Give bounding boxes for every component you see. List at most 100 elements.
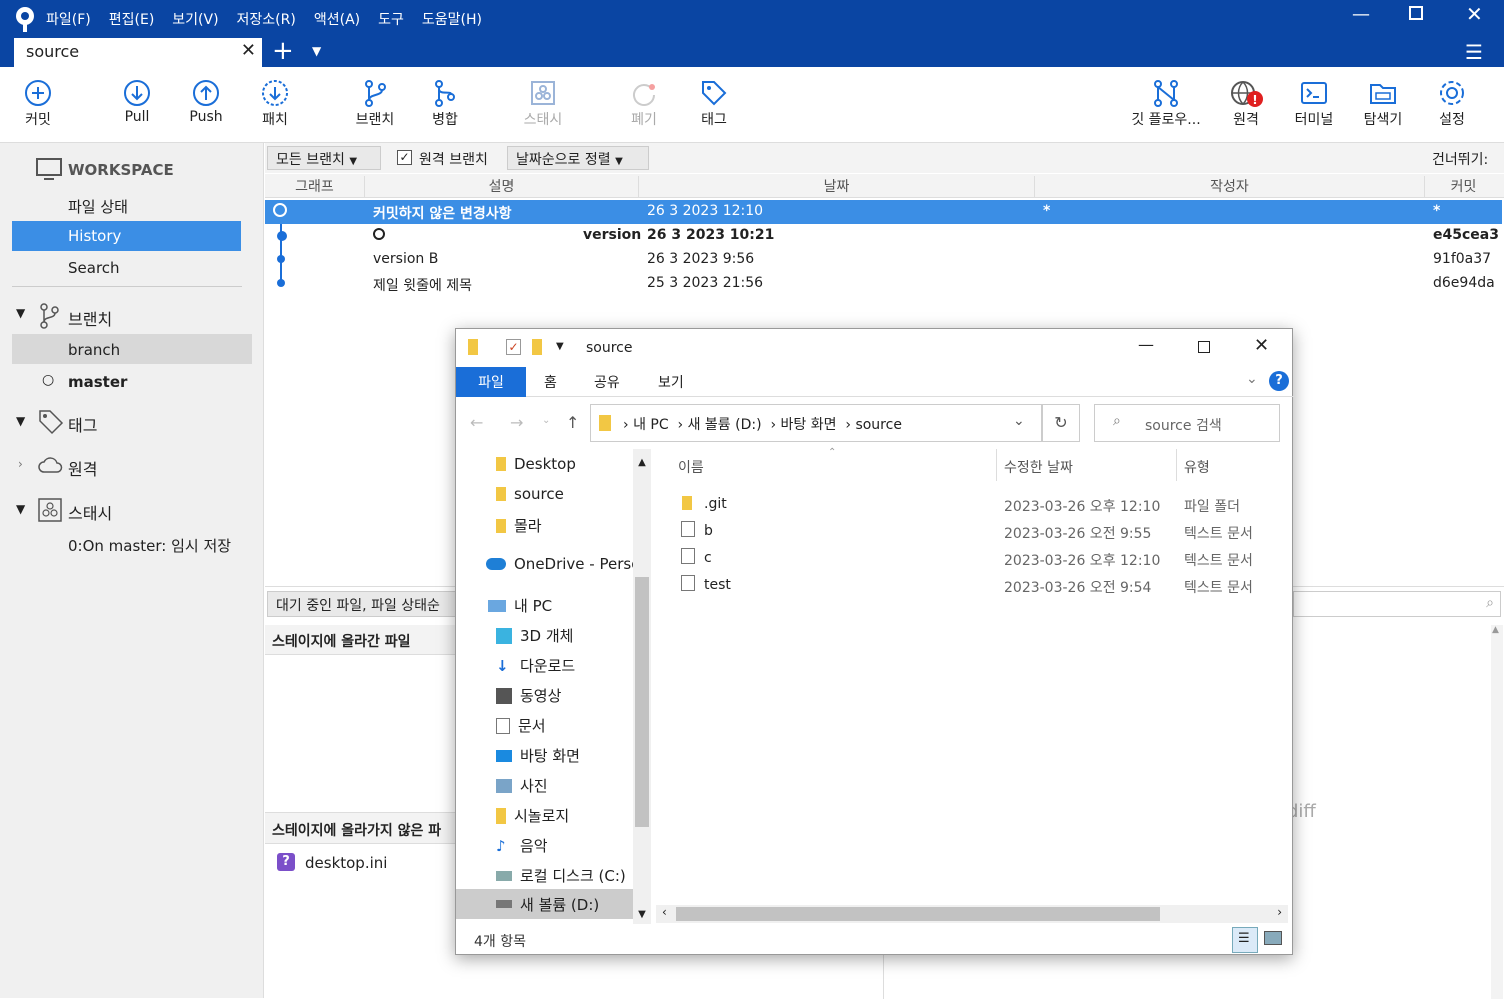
sidebar-item-file-status[interactable]: 파일 상태 [68,196,128,217]
menu-repository[interactable]: 저장소(R) [237,9,296,29]
ribbon-tab-file[interactable]: 파일 [456,367,526,397]
scroll-up-icon[interactable]: ▲ [633,457,651,468]
scroll-up-icon[interactable]: ▲ [1492,625,1499,635]
breadcrumb-item[interactable]: 내 PC [633,417,669,433]
nav-item[interactable]: 시놀로지 [496,805,569,826]
new-folder-icon[interactable] [532,339,542,355]
col-description[interactable]: 설명 [365,176,639,198]
nav-item[interactable]: 바탕 화면 [496,745,580,766]
sidebar-item-master[interactable]: master [68,373,127,391]
nav-item[interactable]: 로컬 디스크 (C:) [496,865,626,886]
commit-row[interactable]: ᛘ master ᛘ branch version 26 3 2023 10:2… [265,224,1502,248]
nav-item[interactable]: 문서 [496,715,546,736]
breadcrumb-item[interactable]: 새 볼륨 (D:) [688,417,762,433]
file-name[interactable]: b [704,523,713,539]
menu-actions[interactable]: 액션(A) [314,9,360,29]
col-author[interactable]: 작성자 [1035,176,1425,198]
recent-locations-icon[interactable]: ⌄ [542,415,550,426]
pull-button[interactable]: Pull [118,79,156,125]
explorer-maximize-button[interactable] [1198,341,1210,353]
menu-tools[interactable]: 도구 [378,9,404,29]
close-tab-icon[interactable]: ✕ [241,40,256,61]
file-name[interactable]: c [704,550,712,566]
nav-item[interactable]: ↓ 다운로드 [496,655,575,676]
remote-branches-checkbox[interactable]: ✓ [397,150,412,165]
forward-button[interactable]: → [510,413,523,432]
stash-item[interactable]: 0:On master: 임시 저장 [68,535,231,556]
tab-dropdown-icon[interactable]: ▼ [312,44,321,58]
col-graph[interactable]: 그래프 [265,176,365,198]
horizontal-scrollbar[interactable]: ‹ › [656,905,1288,923]
merge-button[interactable]: 병합 [426,79,464,129]
nav-item[interactable]: 동영상 [496,685,561,706]
sidebar-item-search[interactable]: Search [68,259,120,277]
explorer-minimize-button[interactable]: — [1138,335,1154,354]
hamburger-icon[interactable]: ☰ [1465,40,1483,64]
large-icons-view-button[interactable] [1264,931,1282,945]
file-search-input[interactable]: ⌕ [1293,591,1501,617]
breadcrumb-item[interactable]: source [855,417,902,433]
back-button[interactable]: ← [470,413,483,432]
ribbon-tab-home[interactable]: 홈 [544,372,557,392]
push-button[interactable]: Push [186,79,226,125]
scroll-right-icon[interactable]: › [1277,905,1282,919]
header-type[interactable]: 유형 [1184,457,1210,477]
remotes-expand-icon[interactable]: › [18,457,23,471]
address-dropdown-icon[interactable]: ⌄ [1013,413,1025,429]
remotes-heading[interactable]: 원격 [68,456,97,480]
nav-item-selected[interactable]: 새 볼륨 (D:) [456,889,633,919]
nav-scrollbar[interactable]: ▲ ▼ [633,449,651,924]
all-branches-dropdown[interactable]: 모든 브랜치 ▼ [267,146,381,170]
ribbon-expand-icon[interactable]: ⌄ [1246,371,1258,387]
file-name[interactable]: test [704,577,731,593]
nav-item[interactable]: 3D 개체 [496,625,573,646]
menu-edit[interactable]: 편집(E) [109,9,155,29]
commit-row[interactable]: 커밋하지 않은 변경사항 26 3 2023 12:10 * * [265,200,1502,224]
stash-button[interactable]: 스태시 [518,79,568,129]
ribbon-tab-share[interactable]: 공유 [594,372,620,392]
branches-heading[interactable]: 브랜치 [68,306,112,330]
nav-item[interactable]: 사진 [496,775,548,796]
quick-access-dropdown-icon[interactable]: ▼ [556,341,564,352]
details-view-button[interactable]: ☰ [1232,927,1258,953]
nav-item[interactable]: 내 PC [488,595,552,616]
scroll-left-icon[interactable]: ‹ [662,905,667,919]
nav-item[interactable]: source [496,485,564,503]
explorer-search-input[interactable]: ⌕ source 검색 [1094,404,1280,442]
scroll-down-icon[interactable]: ▼ [633,909,651,920]
close-button[interactable]: ✕ [1466,2,1483,26]
explorer-button[interactable]: 탐색기 [1358,79,1408,129]
sidebar-item-history[interactable]: History [12,221,241,251]
minimize-button[interactable]: — [1352,4,1370,25]
remote-button[interactable]: ! 원격 [1228,79,1264,129]
scroll-thumb[interactable] [676,907,1160,921]
nav-item[interactable]: 몰라 [496,515,542,536]
col-commit[interactable]: 커밋 [1425,176,1502,198]
ribbon-tab-view[interactable]: 보기 [658,372,684,392]
nav-item[interactable]: OneDrive - Person [486,555,650,573]
branches-expand-icon[interactable]: ▼ [16,306,25,320]
address-bar[interactable]: › 내 PC › 새 볼륨 (D:) › 바탕 화면 › source ⌄ [590,404,1042,442]
breadcrumb-item[interactable]: 바탕 화면 [781,417,837,433]
col-date[interactable]: 날짜 [639,176,1035,198]
tag-button[interactable]: 태그 [696,79,732,129]
menu-help[interactable]: 도움말(H) [422,9,482,29]
commit-row[interactable]: version B 26 3 2023 9:56 91f0a37 [265,248,1502,272]
gitflow-button[interactable]: 깃 플로우... [1126,79,1206,129]
up-button[interactable]: ↑ [566,413,579,432]
terminal-button[interactable]: 터미널 [1290,79,1338,129]
sort-dropdown[interactable]: 날짜순으로 정렬 ▼ [507,146,649,170]
repo-tab[interactable]: source ✕ [14,38,262,68]
diff-scrollbar[interactable]: ▲ [1491,625,1503,999]
stashes-heading[interactable]: 스태시 [68,500,112,524]
unstaged-file[interactable]: desktop.ini [305,854,387,872]
branch-button[interactable]: 브랜치 [350,79,400,129]
patch-button[interactable]: 패치 [258,79,292,129]
nav-item[interactable]: ♪ 음악 [496,835,548,856]
staged-filter-dropdown[interactable]: 대기 중인 파일, 파일 상태순 [267,591,457,617]
tags-expand-icon[interactable]: ▼ [16,414,25,428]
menu-file[interactable]: 파일(F) [46,9,91,29]
scroll-thumb[interactable] [635,577,649,827]
maximize-button[interactable] [1409,6,1423,20]
discard-button[interactable]: 폐기 [626,79,662,129]
